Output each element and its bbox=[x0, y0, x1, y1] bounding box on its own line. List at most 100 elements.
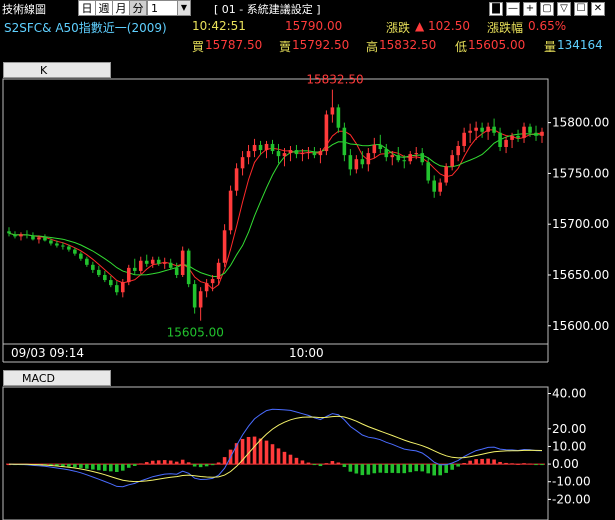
macd-bar bbox=[198, 464, 203, 468]
candle-body bbox=[366, 153, 371, 165]
macd-bar bbox=[324, 463, 329, 465]
candle bbox=[420, 148, 425, 166]
macd-bar bbox=[426, 464, 431, 474]
macd-bar bbox=[534, 464, 538, 466]
macd-tick-label: 40.00 bbox=[552, 387, 586, 401]
candle bbox=[162, 257, 167, 269]
macd-bar bbox=[462, 463, 466, 465]
candle-body bbox=[516, 135, 520, 138]
candle bbox=[390, 151, 395, 166]
candle bbox=[366, 148, 371, 172]
candle bbox=[246, 144, 251, 165]
macd-bar bbox=[510, 463, 514, 465]
candle-body bbox=[426, 162, 431, 181]
macd-bar bbox=[528, 463, 532, 465]
candle bbox=[348, 149, 353, 176]
candle bbox=[144, 254, 149, 267]
macd-bar bbox=[438, 464, 442, 476]
macd-bar bbox=[73, 464, 77, 468]
macd-tick-label: 10.00 bbox=[552, 439, 586, 453]
macd-tick-label: -10.00 bbox=[552, 475, 591, 489]
candle bbox=[85, 256, 89, 267]
candle bbox=[132, 258, 137, 275]
candle bbox=[43, 234, 47, 242]
candle-body bbox=[282, 153, 287, 157]
chart-canvas: 15832.50 15605.00 15800.00 15750.00 15700.0… bbox=[2, 73, 609, 520]
candle-body bbox=[528, 126, 532, 133]
macd-bar bbox=[126, 464, 131, 468]
macd-bar bbox=[492, 459, 496, 465]
macd-tick-label: 0.00 bbox=[552, 457, 579, 471]
macd-bar bbox=[91, 464, 95, 470]
candle bbox=[150, 256, 155, 268]
macd-bar bbox=[168, 460, 173, 465]
candle bbox=[324, 110, 329, 156]
candle bbox=[234, 163, 239, 196]
macd-bar bbox=[402, 464, 407, 474]
candle bbox=[438, 178, 442, 196]
macd-bar bbox=[264, 440, 269, 465]
macd-bar bbox=[79, 464, 83, 468]
macd-bar bbox=[120, 464, 125, 471]
candle-body bbox=[444, 166, 448, 183]
macd-bar bbox=[468, 460, 472, 465]
macd-bar bbox=[516, 463, 520, 465]
macd-bar bbox=[85, 464, 89, 469]
candle bbox=[19, 232, 23, 241]
candle bbox=[432, 175, 437, 198]
candle bbox=[342, 122, 347, 162]
ma-fast-line bbox=[8, 129, 543, 290]
candle bbox=[31, 232, 35, 241]
candle-body bbox=[288, 150, 293, 154]
candle-body bbox=[25, 234, 29, 236]
macd-bar bbox=[192, 464, 197, 467]
candle bbox=[264, 140, 269, 159]
candle-body bbox=[492, 126, 496, 133]
macd-bar bbox=[174, 461, 179, 465]
candle bbox=[180, 246, 185, 278]
candle bbox=[318, 148, 323, 164]
candle bbox=[228, 185, 233, 235]
macd-bar bbox=[312, 464, 317, 466]
candle-body bbox=[264, 143, 269, 151]
macd-bar bbox=[282, 451, 287, 465]
macd-bar bbox=[216, 462, 221, 465]
candle-body bbox=[432, 180, 437, 192]
macd-bar bbox=[414, 464, 419, 472]
macd-bar bbox=[114, 464, 119, 472]
macd-bar bbox=[144, 462, 149, 465]
candle bbox=[109, 275, 113, 288]
candle-body bbox=[180, 250, 185, 275]
macd-bar bbox=[306, 462, 311, 465]
candle bbox=[522, 122, 526, 143]
macd-bar bbox=[384, 464, 389, 474]
macd-bar bbox=[366, 464, 371, 475]
candle-body bbox=[156, 259, 161, 264]
macd-bar bbox=[270, 444, 275, 465]
macd-signal-line bbox=[8, 415, 543, 483]
high-annotation: 15832.50 bbox=[306, 73, 363, 87]
macd-bar bbox=[276, 448, 281, 465]
candle-body bbox=[37, 237, 41, 240]
candle-body bbox=[186, 250, 191, 285]
candle-body bbox=[324, 114, 329, 152]
macd-dif-line bbox=[8, 408, 543, 488]
candle-body bbox=[228, 190, 233, 231]
candle-body bbox=[318, 151, 323, 156]
macd-bar bbox=[342, 464, 347, 468]
candle-body bbox=[486, 126, 490, 132]
candle-body bbox=[438, 182, 442, 192]
candle-body bbox=[396, 155, 401, 161]
candle-body bbox=[354, 159, 359, 170]
candle bbox=[276, 143, 281, 164]
macd-bar bbox=[348, 464, 353, 472]
candle-body bbox=[150, 259, 155, 264]
candle-body bbox=[390, 155, 395, 158]
macd-bar bbox=[204, 464, 209, 467]
candle-body bbox=[192, 284, 197, 308]
candle bbox=[384, 143, 389, 162]
macd-bar bbox=[408, 464, 413, 473]
candle bbox=[168, 258, 173, 270]
candle bbox=[408, 151, 413, 165]
candle bbox=[25, 230, 29, 239]
